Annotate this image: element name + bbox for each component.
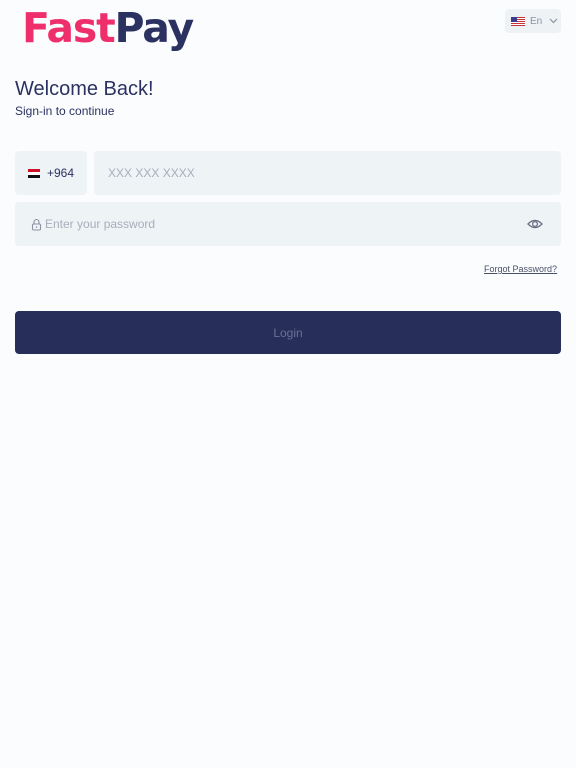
country-code-selector[interactable]: +964 bbox=[15, 151, 87, 195]
us-flag-icon bbox=[511, 16, 525, 26]
phone-field bbox=[94, 151, 561, 195]
login-button[interactable]: Login bbox=[15, 311, 561, 354]
iraq-flag-icon bbox=[28, 168, 40, 178]
page-subtitle: Sign-in to continue bbox=[15, 104, 115, 118]
phone-input[interactable] bbox=[108, 151, 548, 195]
fastpay-logo: FastPay bbox=[22, 4, 194, 52]
forgot-password-link[interactable]: Forgot Password? bbox=[484, 264, 557, 274]
login-page: FastPay En Welcome Back! Sign-in to cont… bbox=[0, 0, 576, 768]
language-selector[interactable]: En bbox=[505, 9, 561, 33]
chevron-down-icon bbox=[549, 17, 558, 26]
logo-text-fast: Fast bbox=[22, 4, 116, 52]
dial-code: +964 bbox=[47, 166, 75, 180]
lock-icon bbox=[31, 218, 42, 231]
password-field bbox=[15, 202, 561, 246]
eye-icon[interactable] bbox=[527, 217, 543, 231]
page-title: Welcome Back! bbox=[15, 78, 154, 100]
logo-text-pay: Pay bbox=[114, 4, 194, 52]
password-input[interactable] bbox=[45, 202, 515, 246]
language-label: En bbox=[530, 15, 543, 27]
